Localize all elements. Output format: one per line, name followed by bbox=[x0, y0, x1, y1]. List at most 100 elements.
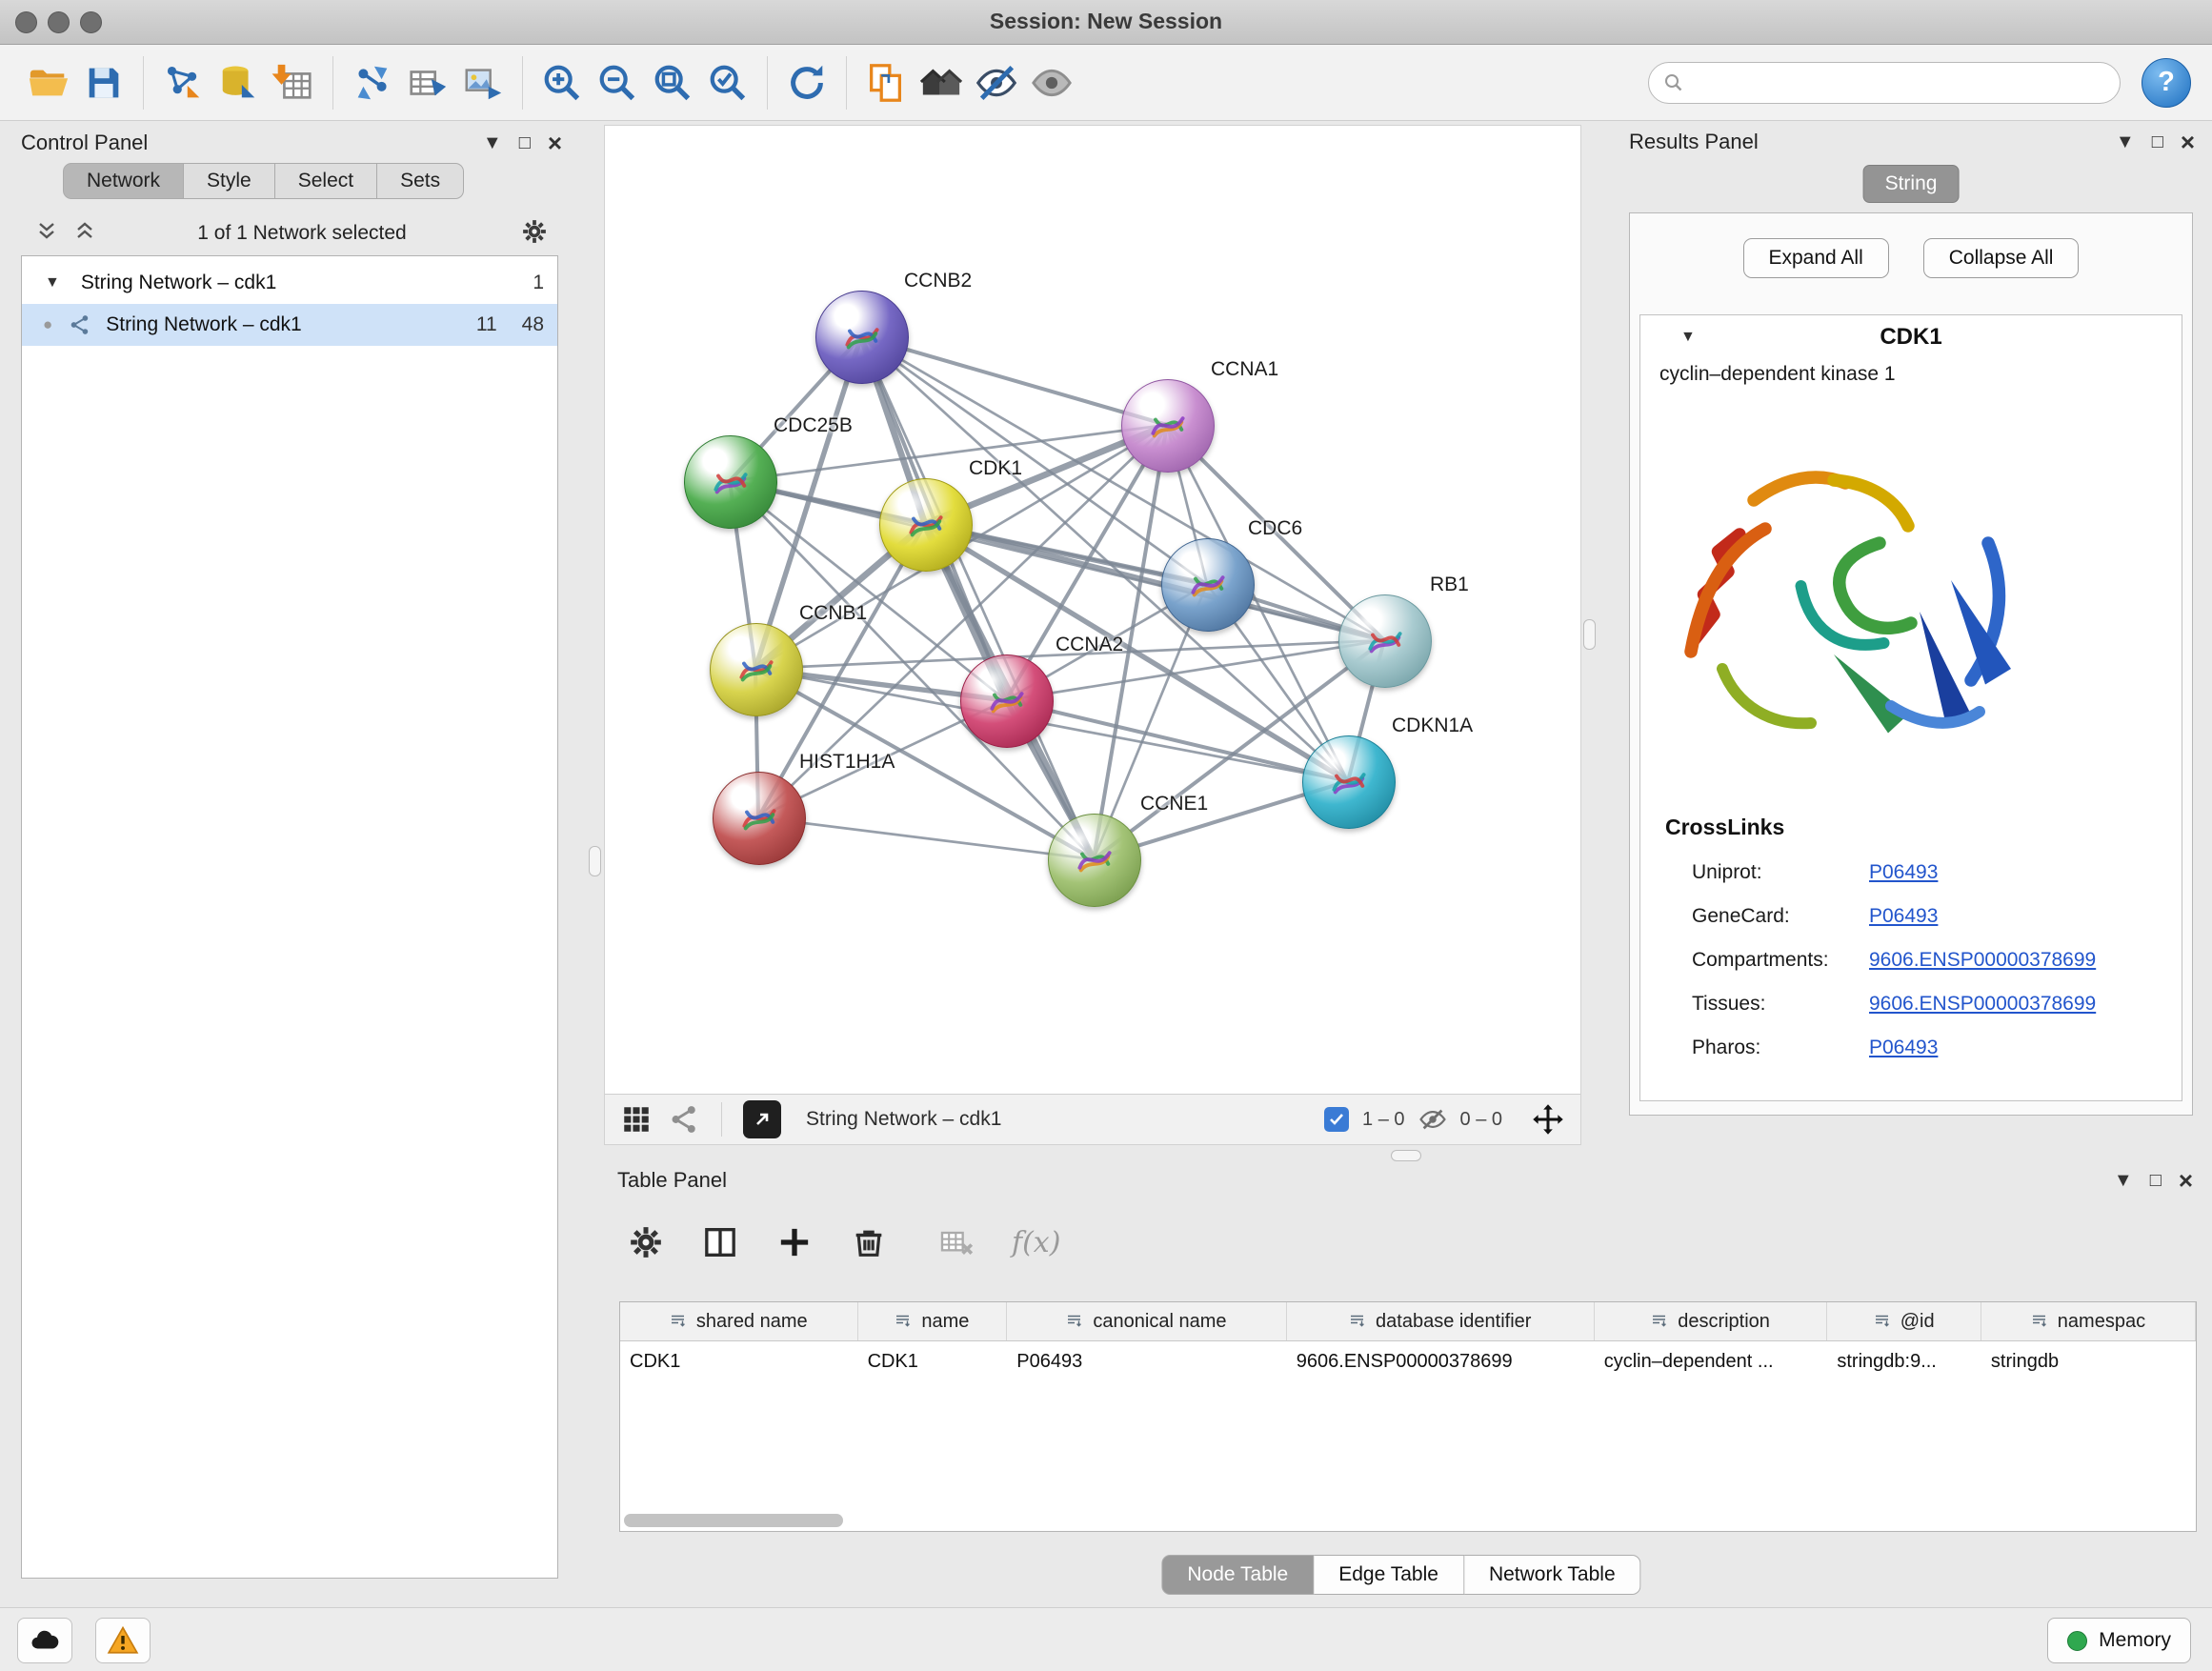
close-panel-icon[interactable]: × bbox=[548, 133, 562, 152]
birdseye-grid-icon[interactable] bbox=[620, 1103, 653, 1136]
zoom-selected-button[interactable] bbox=[700, 54, 755, 111]
move-crosshair-icon[interactable] bbox=[1531, 1102, 1565, 1137]
network-edge[interactable] bbox=[925, 524, 1384, 640]
tab-edge-table[interactable]: Edge Table bbox=[1314, 1555, 1464, 1595]
table-row[interactable]: CDK1CDK1P064939606.ENSP00000378699cyclin… bbox=[620, 1341, 2196, 1381]
tab-style[interactable]: Style bbox=[184, 163, 275, 199]
selected-checkbox-icon[interactable] bbox=[1324, 1107, 1349, 1132]
help-button[interactable]: ? bbox=[2142, 58, 2191, 108]
crosslink-link[interactable]: P06493 bbox=[1869, 905, 1938, 928]
column-header[interactable]: canonical name bbox=[1007, 1302, 1287, 1340]
splitter-handle[interactable] bbox=[589, 846, 601, 876]
hidden-eye-icon[interactable] bbox=[1418, 1105, 1447, 1134]
tab-sets[interactable]: Sets bbox=[377, 163, 464, 199]
open-in-window-button[interactable] bbox=[743, 1100, 781, 1138]
hidden-nodes-edges-count: 0 – 0 bbox=[1460, 1109, 1502, 1131]
float-panel-icon[interactable]: □ bbox=[2150, 1171, 2162, 1190]
collapse-all-button[interactable]: Collapse All bbox=[1923, 238, 2080, 278]
import-table-file-button[interactable] bbox=[266, 54, 321, 111]
column-header[interactable]: name bbox=[858, 1302, 1008, 1340]
column-header[interactable]: @id bbox=[1827, 1302, 1981, 1340]
refresh-icon bbox=[785, 61, 829, 105]
network-node-rb1[interactable] bbox=[1338, 594, 1432, 688]
network-node-ccnb1[interactable] bbox=[710, 623, 803, 716]
network-share-icon[interactable] bbox=[668, 1103, 700, 1136]
show-all-button[interactable] bbox=[1024, 54, 1079, 111]
crosslink-link[interactable]: 9606.ENSP00000378699 bbox=[1869, 993, 2096, 1016]
network-node-cdc25b[interactable] bbox=[684, 435, 777, 529]
zoom-out-button[interactable] bbox=[590, 54, 645, 111]
node-label: CDKN1A bbox=[1392, 715, 1473, 737]
tab-node-table[interactable]: Node Table bbox=[1161, 1555, 1314, 1595]
crosslink-label: Uniprot: bbox=[1692, 861, 1869, 884]
import-network-file-button[interactable] bbox=[155, 54, 211, 111]
network-collection-row[interactable]: ▼ String Network – cdk1 1 bbox=[22, 262, 557, 304]
network-node-ccna1[interactable] bbox=[1121, 379, 1215, 473]
tab-network-table[interactable]: Network Table bbox=[1464, 1555, 1641, 1595]
splitter-handle[interactable] bbox=[1391, 1150, 1421, 1161]
network-node-ccna2[interactable] bbox=[960, 654, 1054, 748]
function-builder-button[interactable]: f(x) bbox=[1012, 1226, 1060, 1259]
expand-all-button[interactable]: Expand All bbox=[1743, 238, 1889, 278]
tree-expand-icon[interactable]: ▼ bbox=[45, 274, 60, 292]
column-header[interactable]: description bbox=[1595, 1302, 1828, 1340]
close-panel-icon[interactable]: × bbox=[2181, 132, 2195, 151]
float-panel-icon[interactable]: □ bbox=[519, 133, 531, 152]
cloud-status-button[interactable] bbox=[17, 1618, 72, 1663]
table-from-network-button[interactable] bbox=[400, 54, 455, 111]
import-network-database-button[interactable] bbox=[211, 54, 266, 111]
panel-menu-icon[interactable]: ▼ bbox=[483, 133, 502, 152]
open-session-button[interactable] bbox=[21, 54, 76, 111]
export-image-icon bbox=[461, 61, 505, 105]
network-from-selection-button[interactable] bbox=[345, 54, 400, 111]
warnings-button[interactable] bbox=[95, 1618, 151, 1663]
tab-network[interactable]: Network bbox=[63, 163, 184, 199]
panel-menu-icon[interactable]: ▼ bbox=[2114, 1171, 2133, 1190]
column-header[interactable]: shared name bbox=[620, 1302, 858, 1340]
collapse-all-icon[interactable] bbox=[34, 220, 59, 248]
save-session-button[interactable] bbox=[76, 54, 131, 111]
table-settings-button[interactable] bbox=[627, 1223, 665, 1261]
tab-select[interactable]: Select bbox=[275, 163, 377, 199]
crosslink-link[interactable]: P06493 bbox=[1869, 1037, 1938, 1059]
column-header[interactable]: namespac bbox=[1981, 1302, 2196, 1340]
add-column-button[interactable] bbox=[775, 1223, 814, 1261]
home-button[interactable] bbox=[914, 54, 969, 111]
gene-details-box: ▼ CDK1 cyclin–dependent kinase 1 bbox=[1639, 314, 2182, 1101]
network-node-ccnb2[interactable] bbox=[815, 291, 909, 384]
export-image-button[interactable] bbox=[455, 54, 511, 111]
splitter-handle[interactable] bbox=[1583, 619, 1596, 650]
network-canvas[interactable]: CCNB2CCNA1CDC25BCDK1CDC6RB1CCNB1CCNA2CDK… bbox=[605, 126, 1580, 1094]
gear-icon[interactable] bbox=[520, 217, 549, 251]
horizontal-scrollbar[interactable] bbox=[624, 1514, 843, 1527]
column-header[interactable]: database identifier bbox=[1287, 1302, 1595, 1340]
search-input[interactable] bbox=[1695, 70, 2106, 94]
memory-button[interactable]: Memory bbox=[2047, 1618, 2191, 1663]
delete-table-button[interactable] bbox=[937, 1223, 975, 1261]
zoom-in-button[interactable] bbox=[534, 54, 590, 111]
float-panel-icon[interactable]: □ bbox=[2152, 132, 2163, 151]
expand-all-icon[interactable] bbox=[72, 220, 97, 248]
hide-selected-button[interactable] bbox=[969, 54, 1024, 111]
crosslink-link[interactable]: 9606.ENSP00000378699 bbox=[1869, 949, 2096, 972]
delete-column-button[interactable] bbox=[850, 1223, 888, 1261]
copy-button[interactable] bbox=[858, 54, 914, 111]
network-node-hist1h1a[interactable] bbox=[713, 772, 806, 865]
network-node-cdc6[interactable] bbox=[1161, 538, 1255, 632]
collapse-section-icon[interactable]: ▼ bbox=[1680, 329, 1696, 346]
network-edge[interactable] bbox=[758, 817, 1094, 859]
cloud-icon bbox=[29, 1624, 61, 1657]
close-panel-icon[interactable]: × bbox=[2179, 1171, 2193, 1190]
refresh-button[interactable] bbox=[779, 54, 835, 111]
network-node-ccne1[interactable] bbox=[1048, 814, 1141, 907]
network-node-cdk1[interactable] bbox=[879, 478, 973, 572]
network-node-cdkn1a[interactable] bbox=[1302, 735, 1396, 829]
crosslink-link[interactable]: P06493 bbox=[1869, 861, 1938, 884]
network-row-selected[interactable]: ● String Network – cdk1 11 48 bbox=[22, 304, 557, 346]
network-edge[interactable] bbox=[861, 336, 1094, 859]
tab-string[interactable]: String bbox=[1863, 165, 1960, 203]
panel-menu-icon[interactable]: ▼ bbox=[2116, 132, 2135, 151]
network-edge[interactable] bbox=[1006, 700, 1348, 781]
show-columns-button[interactable] bbox=[701, 1223, 739, 1261]
zoom-fit-button[interactable] bbox=[645, 54, 700, 111]
